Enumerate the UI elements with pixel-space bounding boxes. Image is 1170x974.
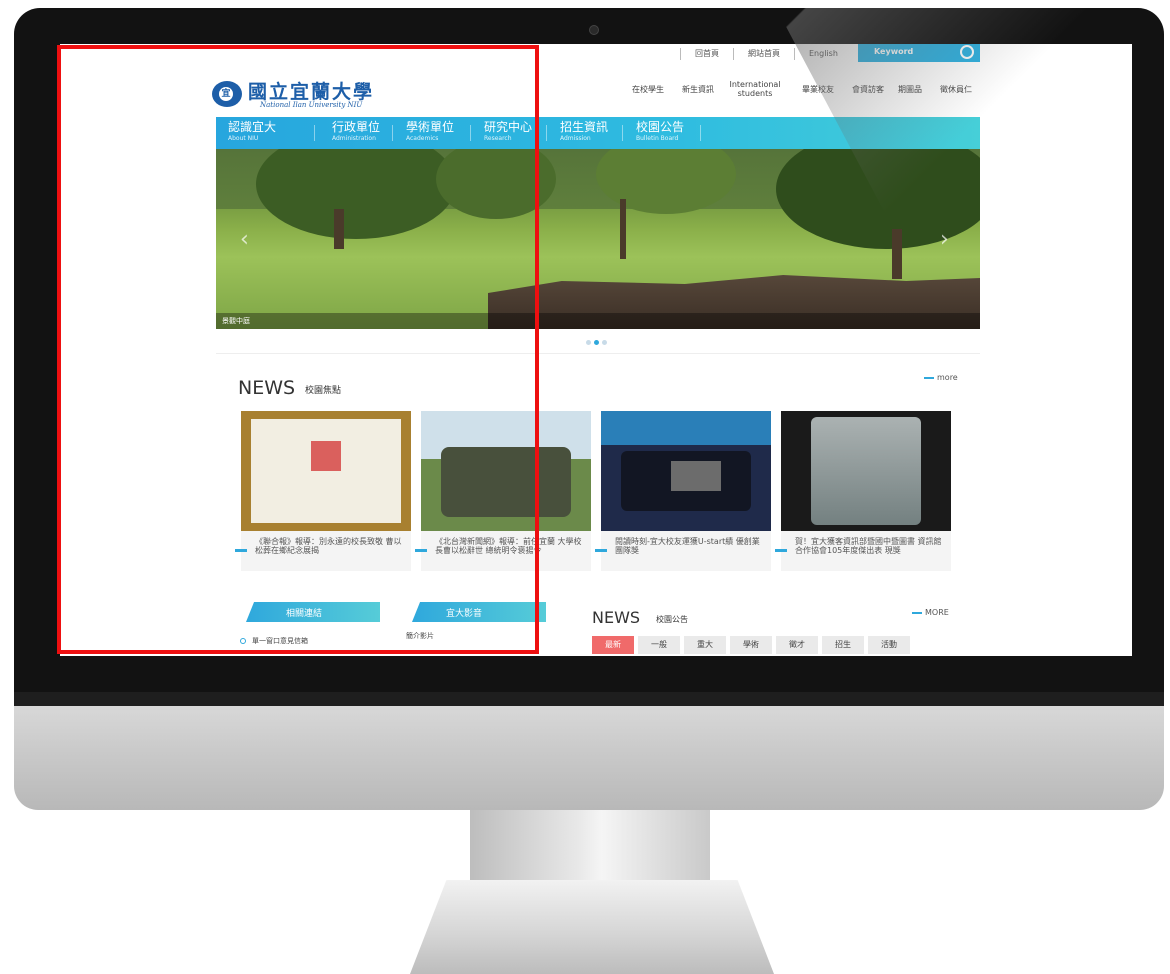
tab-admission[interactable]: 招生 xyxy=(822,636,864,654)
monitor-chin xyxy=(14,692,1164,810)
news-image-glass-plaque[interactable] xyxy=(781,411,951,531)
news-card[interactable]: 賀！宜大獲客資訊部暨國中暨圖書 資訊館合作協會105年度傑出表 現獎 xyxy=(775,411,951,571)
nav-research[interactable]: 研究中心 Research xyxy=(484,120,532,143)
news-focus-more-link[interactable]: more xyxy=(924,373,958,382)
news-card[interactable]: 《北台灣新聞網》報導：前任宜蘭 大學校長曹以松辭世 總統明令褒揚令 xyxy=(415,411,591,571)
quick-nav-international[interactable]: International students xyxy=(728,80,782,98)
tab-related-links-label: 相關連結 xyxy=(286,609,323,619)
english-link[interactable]: English xyxy=(794,48,852,60)
news-image-group-photo[interactable] xyxy=(421,411,591,531)
carousel-next-icon[interactable]: › xyxy=(940,227,949,252)
website-home-link[interactable]: 網站首頁 xyxy=(733,48,794,60)
home-link[interactable]: 回首頁 xyxy=(680,48,733,60)
news-headline[interactable]: 閱讀時刻-宜大校友運獲U-start績 優創業團隊獎 xyxy=(615,537,763,555)
news-card[interactable]: 閱讀時刻-宜大校友運獲U-start績 優創業團隊獎 xyxy=(595,411,771,571)
carousel-prev-icon[interactable]: ‹ xyxy=(240,227,249,252)
section-divider xyxy=(216,353,980,354)
hero-caption-bar: 景觀中庭 xyxy=(216,313,980,329)
quick-nav-students[interactable]: 在校學生 xyxy=(632,84,664,95)
tab-latest[interactable]: 最新 xyxy=(592,636,634,654)
news-focus-subtitle: 校園焦點 xyxy=(305,386,342,396)
quick-nav-staff[interactable]: 徵休員仁 xyxy=(940,84,972,95)
tab-events[interactable]: 活動 xyxy=(868,636,910,654)
related-link-item[interactable]: 單一窗口意見信箱 xyxy=(240,636,308,646)
news-image-certificate[interactable] xyxy=(241,411,411,531)
carousel-dots xyxy=(586,340,607,345)
video-link-item[interactable]: 簡介影片 xyxy=(406,631,434,641)
tab-major[interactable]: 重大 xyxy=(684,636,726,654)
university-name-cn[interactable]: 國立宜蘭大學 xyxy=(248,77,374,104)
tab-related-links[interactable]: 相關連結 xyxy=(246,602,380,622)
tab-niu-video-label: 宜大影音 xyxy=(446,609,483,619)
nav-academics[interactable]: 學術單位 Academics xyxy=(406,120,454,143)
news-headline[interactable]: 《聯合報》報導：別永遠的校長致敬 曹以松葬在鄉紀念展揭 xyxy=(255,537,403,555)
tab-academic[interactable]: 學術 xyxy=(730,636,772,654)
news-announce-subtitle: 校園公告 xyxy=(656,615,688,624)
carousel-dot-active[interactable] xyxy=(594,340,599,345)
news-focus-title: NEWS xyxy=(238,377,296,399)
news-image-award-ceremony[interactable] xyxy=(601,411,771,531)
news-headline[interactable]: 《北台灣新聞網》報導：前任宜蘭 大學校長曹以松辭世 總統明令褒揚令 xyxy=(435,537,583,555)
webcam-icon xyxy=(589,25,599,35)
carousel-dot[interactable] xyxy=(602,340,607,345)
top-links: 回首頁 網站首頁 English xyxy=(680,48,852,60)
quick-nav-visitors[interactable]: 會資訪客 xyxy=(852,84,884,95)
search-placeholder: Keyword xyxy=(874,47,914,56)
news-announce-title: NEWS xyxy=(592,608,641,627)
hero-carousel[interactable]: ‹ › 景觀中庭 xyxy=(216,149,980,329)
university-name-en: National Ilan University NIU xyxy=(260,101,363,109)
university-logo-icon[interactable]: 宜 xyxy=(212,81,242,107)
search-input[interactable]: Keyword xyxy=(858,44,980,62)
hero-caption: 景觀中庭 xyxy=(222,317,250,325)
quick-nav-alumni[interactable]: 畢業校友 xyxy=(802,84,834,95)
news-headline[interactable]: 賀！宜大獲客資訊部暨國中暨圖書 資訊館合作協會105年度傑出表 現獎 xyxy=(795,537,943,555)
quick-nav-library[interactable]: 期圖品 xyxy=(898,84,922,95)
nav-admission[interactable]: 招生資訊 Admission xyxy=(560,120,608,143)
tab-general[interactable]: 一般 xyxy=(638,636,680,654)
carousel-dot[interactable] xyxy=(586,340,591,345)
nav-administration[interactable]: 行政單位 Administration xyxy=(332,120,380,143)
monitor-foot xyxy=(410,880,774,974)
announcement-category-tabs: 最新 一般 重大 學術 徵才 招生 活動 xyxy=(592,636,910,654)
bullet-icon xyxy=(240,638,246,644)
main-nav: 認識宜大 About NIU 行政單位 Administration 學術單位 Aca… xyxy=(216,117,980,149)
news-announce-more-link[interactable]: MORE xyxy=(912,608,949,617)
monitor-bottom-bezel xyxy=(14,692,1164,706)
tab-niu-video[interactable]: 宜大影音 xyxy=(412,602,546,622)
news-card[interactable]: 《聯合報》報導：別永遠的校長致敬 曹以松葬在鄉紀念展揭 xyxy=(235,411,411,571)
search-icon[interactable] xyxy=(960,45,974,59)
nav-bulletin[interactable]: 校園公告 Bulletin Board xyxy=(636,120,684,143)
tab-recruitment[interactable]: 徵才 xyxy=(776,636,818,654)
nav-about[interactable]: 認識宜大 About NIU xyxy=(228,120,276,143)
website-screen: 回首頁 網站首頁 English Keyword 宜 國立宜蘭大學 Nation… xyxy=(60,44,1132,656)
quick-nav-freshmen[interactable]: 新生資訊 xyxy=(682,84,714,95)
